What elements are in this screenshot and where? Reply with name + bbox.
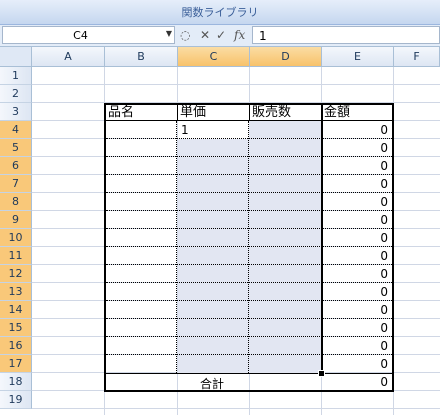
amount-cell[interactable]: 0 [328, 177, 388, 191]
row-header-3[interactable]: 3 [0, 103, 32, 121]
row-header-17[interactable]: 17 [0, 355, 32, 373]
row-header-18[interactable]: 18 [0, 373, 32, 391]
amount-cell[interactable]: 0 [328, 213, 388, 227]
amount-cell[interactable]: 0 [328, 123, 388, 137]
total-label: 合計 [200, 377, 225, 391]
insert-function-button[interactable]: fx [234, 28, 245, 42]
row-header-2[interactable]: 2 [0, 85, 32, 103]
amount-cell[interactable]: 0 [328, 285, 388, 299]
header-item-name: 品名 [108, 105, 135, 120]
amount-cell[interactable]: 0 [328, 267, 388, 281]
cell-c4-value[interactable]: 1 [181, 123, 189, 137]
formula-input-value: 1 [259, 29, 267, 43]
ribbon-group-label[interactable]: 関数ライブラリ [0, 4, 440, 20]
cancel-entry-button[interactable]: ✕ [200, 28, 210, 42]
amount-cell[interactable]: 0 [328, 231, 388, 245]
amount-cell[interactable]: 0 [328, 357, 388, 371]
worksheet-grid[interactable]: A B C D E F 1 2 3 4 5 6 7 8 9 10 11 12 13 14 15 16 17 18 1… [0, 47, 440, 415]
active-cell[interactable] [178, 121, 249, 139]
grip-icon: ◌ [180, 28, 191, 42]
row-header-10[interactable]: 10 [0, 229, 32, 247]
header-amount: 金額 [324, 105, 351, 120]
amount-cell[interactable]: 0 [328, 195, 388, 209]
amount-cell[interactable]: 0 [328, 339, 388, 353]
formula-input[interactable]: 1 [252, 26, 440, 44]
formula-bar: C4 ▼ ◌ ✕ ✓ fx 1 [0, 25, 440, 47]
column-header-e[interactable]: E [322, 47, 394, 67]
row-header-12[interactable]: 12 [0, 265, 32, 283]
total-value[interactable]: 0 [328, 375, 388, 389]
row-header-5[interactable]: 5 [0, 139, 32, 157]
column-header-f[interactable]: F [394, 47, 440, 67]
row-header-8[interactable]: 8 [0, 193, 32, 211]
header-unit-price: 単価 [180, 105, 207, 120]
fill-handle[interactable] [318, 370, 325, 377]
row-header-9[interactable]: 9 [0, 211, 32, 229]
column-header-c[interactable]: C [178, 47, 250, 67]
row-header-14[interactable]: 14 [0, 301, 32, 319]
name-box[interactable]: C4 ▼ [2, 26, 175, 44]
header-sales-count: 販売数 [252, 105, 292, 120]
amount-cell[interactable]: 0 [328, 141, 388, 155]
row-header-6[interactable]: 6 [0, 157, 32, 175]
chevron-down-icon[interactable]: ▼ [166, 29, 172, 38]
row-header-13[interactable]: 13 [0, 283, 32, 301]
row-header-7[interactable]: 7 [0, 175, 32, 193]
row-header-19[interactable]: 19 [0, 391, 32, 409]
row-header-1[interactable]: 1 [0, 67, 32, 85]
column-header-b[interactable]: B [105, 47, 178, 67]
row-header-16[interactable]: 16 [0, 337, 32, 355]
row-header-15[interactable]: 15 [0, 319, 32, 337]
name-box-value: C4 [73, 29, 88, 42]
table-bottom-border [105, 390, 394, 392]
amount-cell[interactable]: 0 [328, 159, 388, 173]
amount-cell[interactable]: 0 [328, 303, 388, 317]
enter-entry-button[interactable]: ✓ [216, 28, 226, 42]
column-header-d[interactable]: D [250, 47, 322, 67]
row-header-4[interactable]: 4 [0, 121, 32, 139]
table-right-border [392, 103, 394, 392]
table-left-border [104, 103, 106, 392]
ribbon-group-area: 関数ライブラリ [0, 0, 440, 25]
row-header-11[interactable]: 11 [0, 247, 32, 265]
amount-cell[interactable]: 0 [328, 321, 388, 335]
amount-cell[interactable]: 0 [328, 249, 388, 263]
select-all-corner[interactable] [0, 47, 32, 67]
table-total-top-border [105, 373, 394, 374]
column-header-a[interactable]: A [32, 47, 105, 67]
